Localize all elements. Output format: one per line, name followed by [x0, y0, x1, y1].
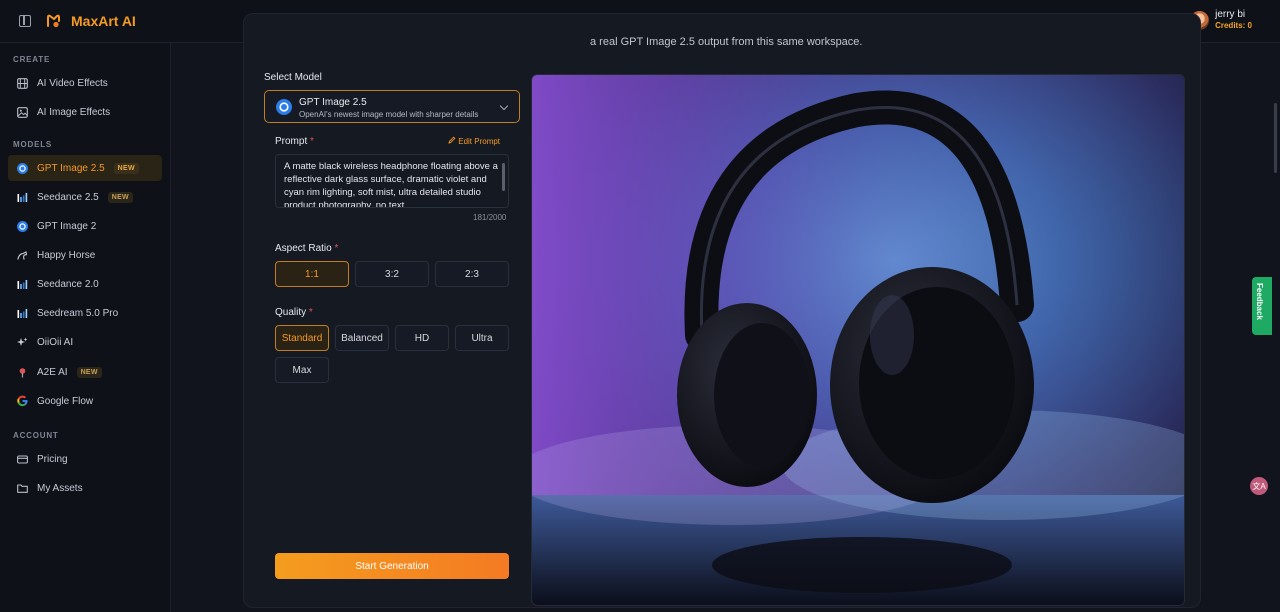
sidebar-item-ai-image-effects[interactable]: AI Image Effects — [8, 99, 162, 125]
new-badge: NEW — [76, 366, 102, 378]
aspect-option-2-3[interactable]: 2:3 — [435, 261, 509, 287]
quality-option-max[interactable]: Max — [275, 357, 329, 383]
aspect-option-3-2[interactable]: 3:2 — [355, 261, 429, 287]
aspect-option-1-1[interactable]: 1:1 — [275, 261, 349, 287]
image-icon — [17, 106, 28, 118]
sidebar-item-label: OiiOii AI — [37, 336, 74, 348]
sidebar-item-seedream-5-0-pro[interactable]: Seedream 5.0 Pro — [8, 300, 162, 326]
sidebar: CREATE AI Video Effects AI Image Effects… — [0, 43, 171, 612]
feedback-label: Feedback — [1255, 283, 1264, 320]
sidebar-section-models: MODELS — [13, 140, 53, 149]
required-mark: * — [308, 307, 313, 318]
aspect-ratio-label-text: Aspect Ratio — [275, 243, 332, 254]
select-model-label: Select Model — [264, 72, 322, 83]
sidebar-toggle-icon[interactable] — [19, 15, 31, 27]
bars-logo-icon — [17, 279, 28, 290]
sidebar-item-google-flow[interactable]: Google Flow — [8, 388, 162, 414]
sidebar-item-seedance-2-5[interactable]: Seedance 2.5 NEW — [8, 184, 162, 210]
quality-option-standard[interactable]: Standard — [275, 325, 329, 351]
feedback-tab[interactable]: Feedback — [1252, 277, 1272, 335]
quality-option-balanced[interactable]: Balanced — [335, 325, 389, 351]
folder-icon — [17, 483, 28, 494]
prompt-textarea[interactable]: A matte black wireless headphone floatin… — [275, 154, 509, 208]
sidebar-item-label: Seedream 5.0 Pro — [37, 307, 119, 319]
quality-option-ultra[interactable]: Ultra — [455, 325, 509, 351]
maxart-logo-icon — [47, 14, 60, 28]
user-name: jerry bi — [1215, 9, 1246, 20]
sidebar-item-seedance-2-0[interactable]: Seedance 2.0 — [8, 271, 162, 297]
sidebar-item-label: Seedance 2.5 — [37, 191, 99, 203]
gpt-logo-icon — [276, 99, 292, 115]
chevron-down-icon — [499, 101, 509, 111]
sidebar-item-label: My Assets — [37, 482, 83, 494]
new-badge: NEW — [107, 191, 133, 203]
sidebar-item-label: Google Flow — [37, 395, 94, 407]
required-mark: * — [310, 136, 314, 147]
pencil-icon — [448, 136, 456, 144]
google-icon — [17, 395, 28, 407]
bars-logo-icon — [17, 308, 28, 319]
prompt-text: A matte black wireless headphone floatin… — [284, 161, 498, 208]
sidebar-item-ai-video-effects[interactable]: AI Video Effects — [8, 70, 162, 96]
model-description: OpenAI's newest image model with sharper… — [299, 110, 479, 119]
edit-prompt-label: Edit Prompt — [458, 137, 501, 146]
sidebar-item-a2e-ai[interactable]: A2E AI NEW — [8, 359, 162, 385]
horse-icon — [17, 250, 28, 261]
model-select[interactable]: GPT Image 2.5 OpenAI's newest image mode… — [264, 90, 520, 123]
sidebar-item-gpt-image-2-5[interactable]: GPT Image 2.5 NEW — [8, 155, 162, 181]
model-name: GPT Image 2.5 — [299, 97, 367, 108]
new-badge: NEW — [113, 162, 139, 174]
sidebar-section-account: ACCOUNT — [13, 431, 59, 440]
required-mark: * — [334, 243, 339, 254]
preview-caption: a real GPT Image 2.5 output from this sa… — [590, 36, 863, 48]
quality-option-hd[interactable]: HD — [395, 325, 449, 351]
brand-name[interactable]: MaxArt AI — [71, 13, 136, 29]
quality-label: Quality * — [275, 307, 313, 318]
user-credits: Credits: 0 — [1215, 21, 1252, 30]
quality-label-text: Quality — [275, 307, 307, 318]
app-root: MaxArt AI jerry bi Credits: 0 CREATE AI … — [0, 0, 1280, 612]
sidebar-item-label: Pricing — [37, 453, 68, 465]
sidebar-item-label: GPT Image 2 — [37, 220, 97, 232]
sidebar-item-label: AI Image Effects — [37, 106, 111, 118]
pin-icon — [17, 367, 28, 378]
sidebar-item-oiioii-ai[interactable]: OiiOii AI — [8, 329, 162, 355]
sparkle-icon — [17, 337, 28, 348]
sidebar-item-gpt-image-2[interactable]: GPT Image 2 — [8, 213, 162, 239]
card-icon — [17, 454, 28, 465]
sidebar-item-label: AI Video Effects — [37, 77, 108, 89]
prompt-scrollbar[interactable] — [502, 163, 505, 191]
sidebar-item-label: GPT Image 2.5 — [37, 162, 105, 174]
main-area: a real GPT Image 2.5 output from this sa… — [171, 13, 1280, 612]
sidebar-section-create: CREATE — [13, 55, 51, 64]
sidebar-item-label: Seedance 2.0 — [37, 278, 99, 290]
gpt-logo-icon — [17, 220, 28, 232]
sidebar-item-label: Happy Horse — [37, 249, 96, 261]
edit-prompt-button[interactable]: Edit Prompt — [448, 136, 500, 146]
page-scrollbar[interactable] — [1274, 103, 1277, 173]
preview-image — [531, 74, 1185, 606]
aspect-ratio-label: Aspect Ratio * — [275, 243, 338, 254]
start-generation-button[interactable]: Start Generation — [275, 553, 509, 579]
headphone-preview-art — [532, 75, 1184, 605]
sidebar-item-my-assets[interactable]: My Assets — [8, 475, 162, 501]
sidebar-item-happy-horse[interactable]: Happy Horse — [8, 242, 162, 268]
prompt-character-counter: 181/2000 — [473, 213, 507, 222]
bars-logo-icon — [17, 192, 28, 203]
sidebar-item-label: A2E AI — [37, 366, 68, 378]
prompt-label: Prompt * — [275, 136, 314, 147]
prompt-label-text: Prompt — [275, 136, 308, 147]
sidebar-item-pricing[interactable]: Pricing — [8, 446, 162, 472]
film-icon — [17, 77, 28, 89]
translate-icon[interactable]: 文A — [1250, 477, 1268, 495]
gpt-logo-icon — [17, 162, 28, 174]
